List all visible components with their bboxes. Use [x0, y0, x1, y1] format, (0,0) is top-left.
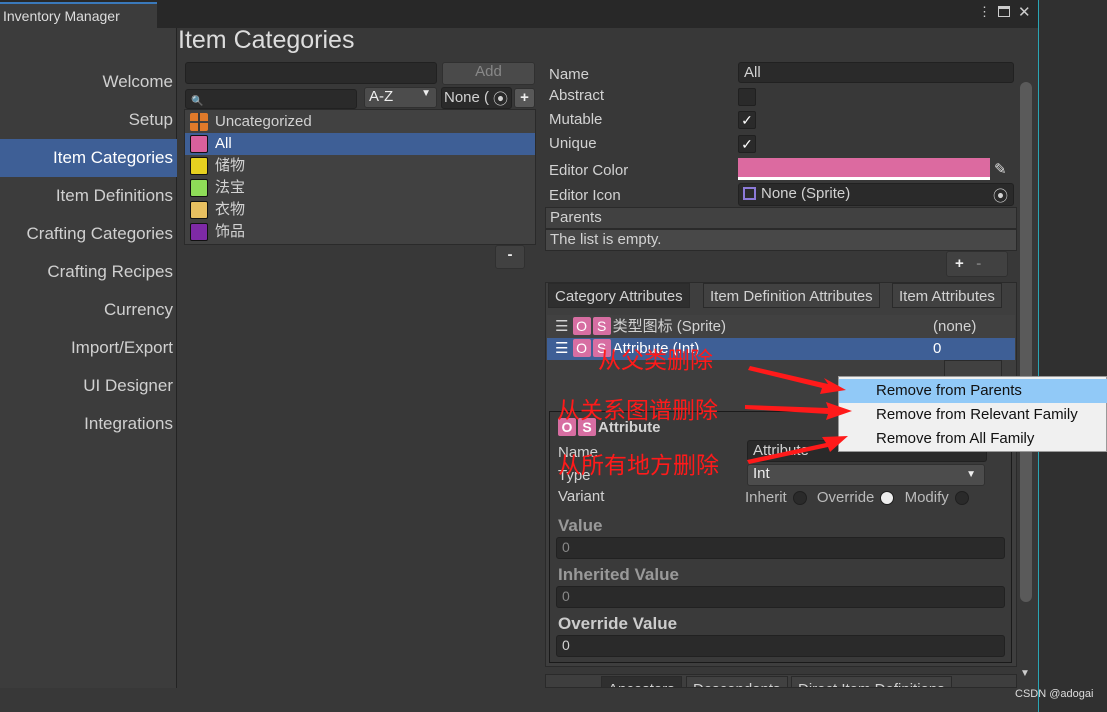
- arrow-icon: [747, 436, 848, 464]
- arrow-icon: [748, 366, 846, 394]
- annotation-arrows: [745, 366, 852, 464]
- arrow-icon: [745, 402, 852, 420]
